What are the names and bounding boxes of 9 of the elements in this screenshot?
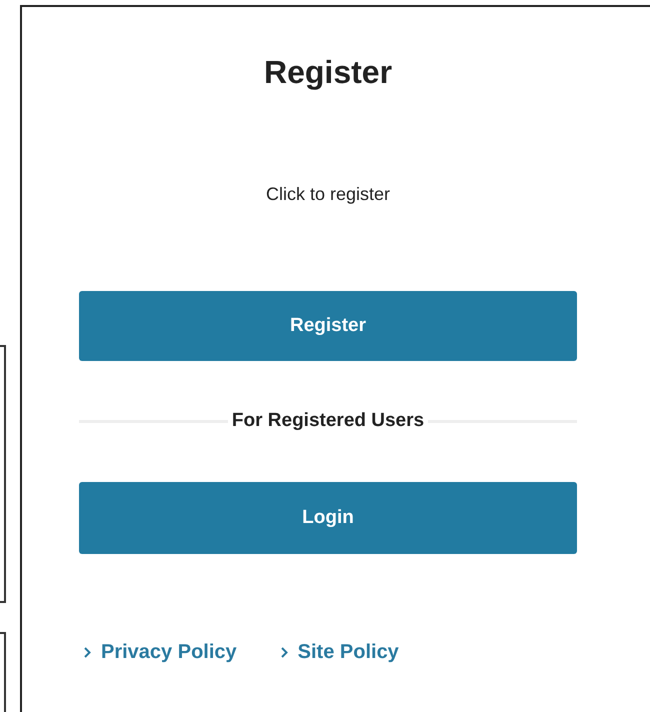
chevron-icon — [280, 646, 288, 658]
register-button[interactable]: Register — [79, 291, 577, 361]
divider-label: For Registered Users — [232, 409, 424, 433]
login-button[interactable]: Login — [79, 482, 577, 554]
chevron-icon — [84, 646, 91, 658]
subtitle: Click to register — [266, 183, 390, 206]
page-title: Register — [264, 53, 392, 92]
policy-link[interactable]: Site Policy — [280, 640, 399, 664]
policy-link[interactable]: Privacy Policy — [84, 640, 237, 664]
